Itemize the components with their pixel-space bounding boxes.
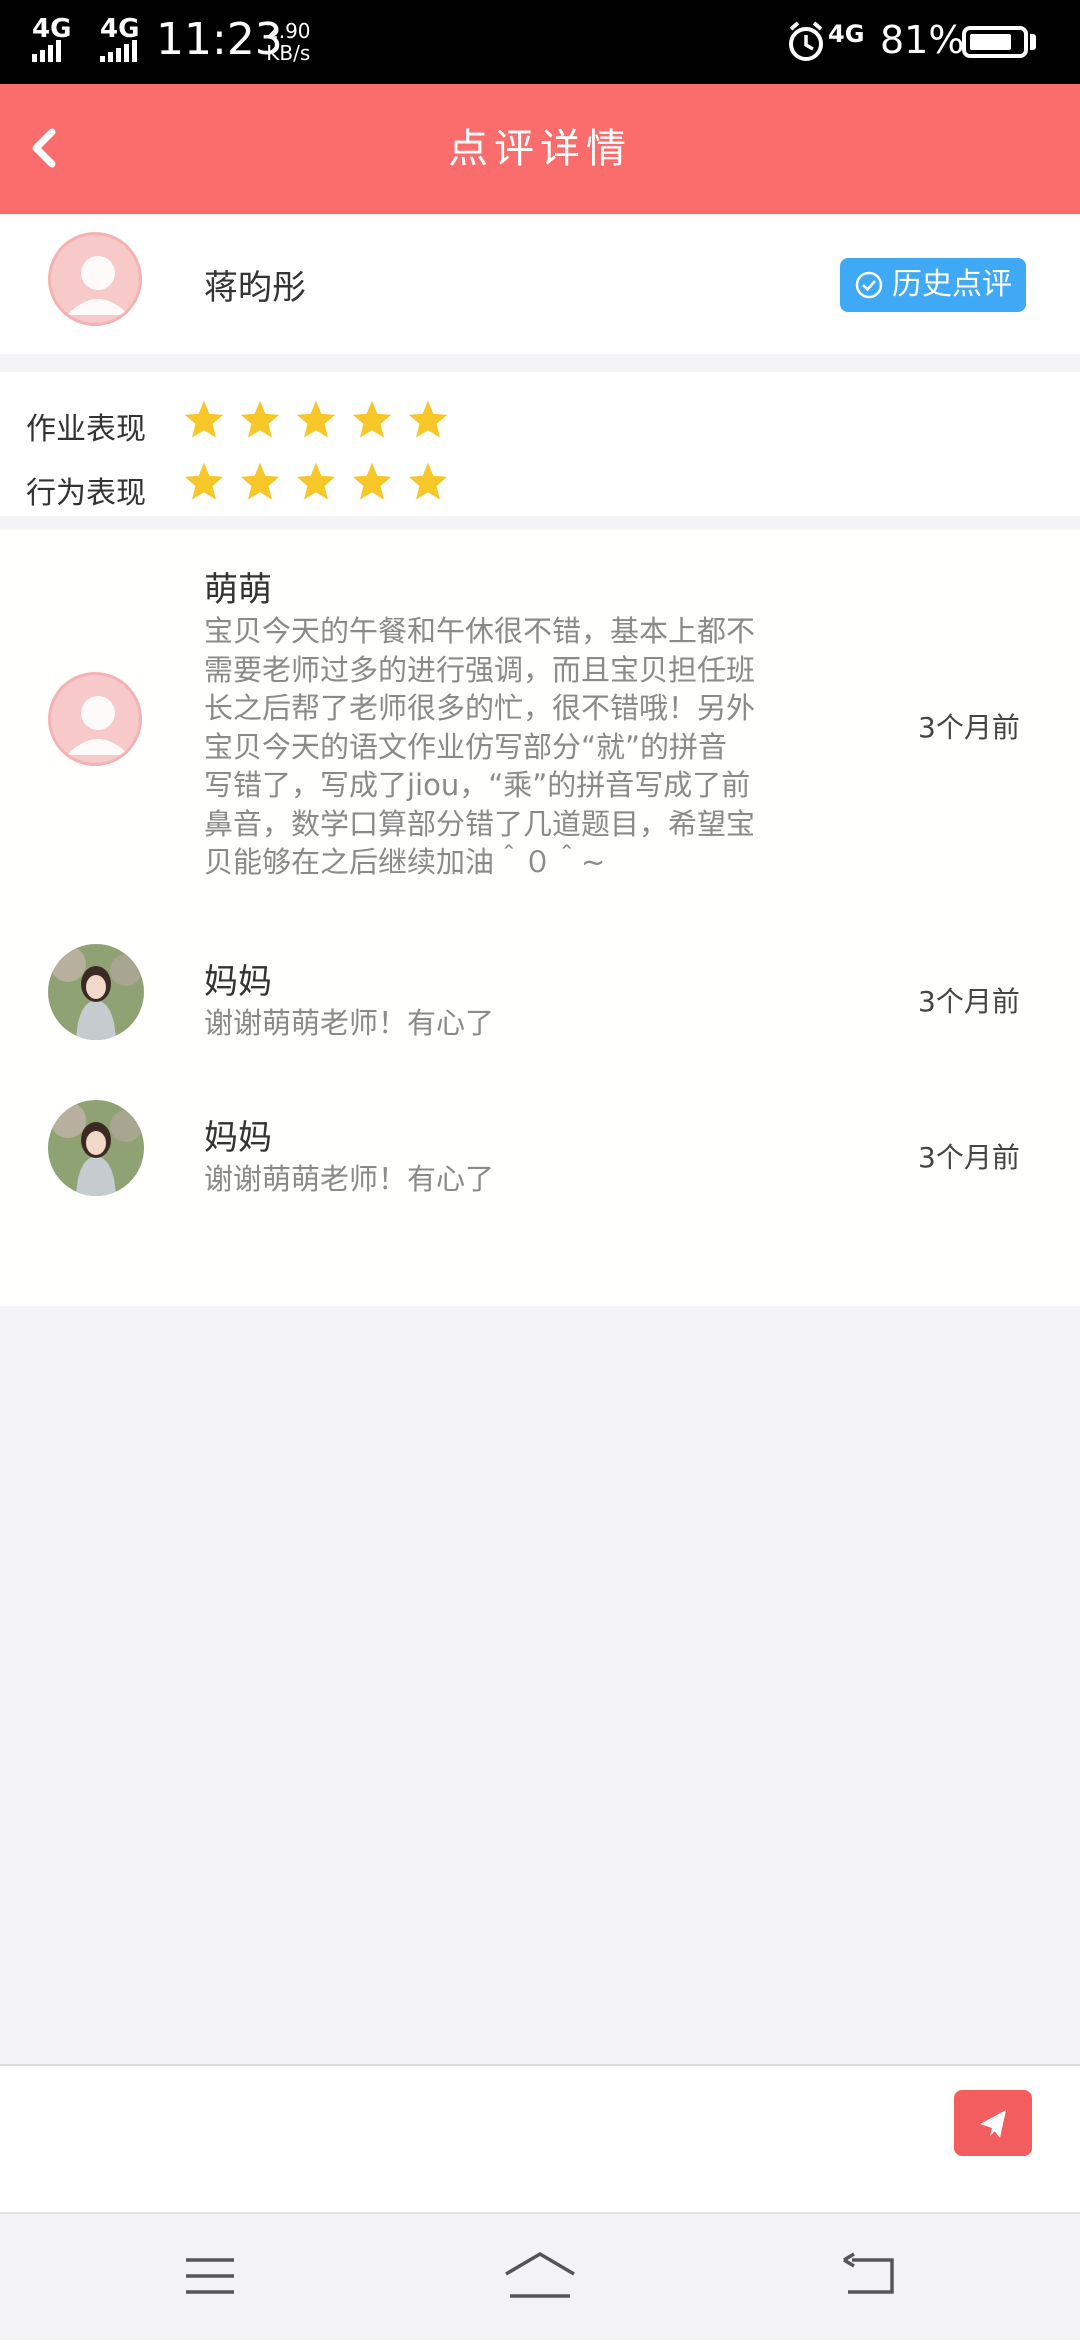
back-button[interactable] — [18, 112, 88, 186]
student-name: 蒋昀彤 — [204, 268, 306, 308]
star-icon — [408, 462, 448, 500]
star-icon — [184, 400, 224, 438]
alarm-icon — [789, 21, 823, 61]
rating-stars-behavior — [182, 460, 462, 506]
menu-icon[interactable] — [180, 2256, 240, 2296]
comment-avatar-teacher — [48, 672, 142, 766]
send-button[interactable] — [954, 2090, 1032, 2156]
signal-1-icon — [32, 40, 61, 62]
comment-time: 3个月前 — [918, 711, 1020, 744]
star-icon — [184, 462, 224, 500]
comment-time: 3个月前 — [918, 985, 1020, 1018]
comment-line: 宝贝今天的午餐和午休很不错，基本上都不 — [204, 614, 756, 648]
history-review-button[interactable]: 历史点评 — [840, 258, 1026, 312]
comment-avatar-parent — [48, 1100, 144, 1196]
star-icon — [240, 400, 280, 438]
signal-2-icon — [100, 40, 137, 62]
status-time: 11:23 — [156, 14, 283, 65]
comment-author: 妈妈 — [204, 962, 272, 1002]
comment-text: 谢谢萌萌老师！有心了 — [204, 1006, 495, 1040]
battery-percent: 81% — [880, 18, 965, 62]
check-circle-icon — [855, 271, 883, 299]
photo-avatar-icon — [48, 1100, 144, 1196]
comment-avatar-parent — [48, 944, 144, 1040]
comment-line: 鼻音，数学口算部分错了几道题目，希望宝 — [204, 806, 756, 841]
rating-stars-homework — [182, 398, 462, 444]
photo-avatar-icon — [48, 944, 144, 1040]
comment-line: 长之后帮了老师很多的忙，很不错哦！另外 — [204, 691, 756, 725]
comment-time: 3个月前 — [918, 1141, 1020, 1174]
comment-line: 宝贝今天的语文作业仿写部分“就”的拼音 — [204, 729, 728, 764]
rating-section — [0, 372, 1080, 516]
network-speed-value: 2.90 — [266, 19, 311, 43]
history-review-label: 历史点评 — [892, 267, 1012, 302]
battery-icon — [962, 26, 1028, 58]
comment-text: 宝贝今天的午餐和午休很不错，基本上都不 需要老师过多的进行强调，而且宝贝担任班 … — [204, 612, 884, 882]
send-icon — [980, 2110, 1006, 2138]
back-icon[interactable] — [840, 2252, 900, 2298]
star-icon — [352, 400, 392, 438]
network-type: 4G — [828, 20, 865, 48]
battery-tip — [1030, 34, 1036, 50]
star-icon — [352, 462, 392, 500]
network-speed-unit: KB/s — [266, 41, 311, 65]
home-icon[interactable] — [502, 2248, 578, 2302]
comment-text: 谢谢萌萌老师！有心了 — [204, 1162, 495, 1196]
chevron-left-icon — [32, 128, 56, 168]
student-avatar — [48, 232, 142, 326]
comment-line: 需要老师过多的进行强调，而且宝贝担任班 — [204, 652, 756, 687]
comment-line: 写错了，写成了jiou，“乘”的拼音写成了前 — [204, 768, 751, 802]
star-icon — [240, 462, 280, 500]
comment-line: 贝能够在之后继续加油＾０＾~ — [204, 845, 606, 879]
star-icon — [296, 400, 336, 438]
network-speed: 2.90 KB/s — [266, 20, 311, 64]
battery-fill — [970, 34, 1011, 50]
rating-label-homework: 作业表现 — [26, 412, 146, 447]
page-title: 点评详情 — [448, 126, 632, 172]
rating-label-behavior: 行为表现 — [26, 476, 146, 511]
comment-author: 萌萌 — [204, 570, 272, 610]
comment-input-bar[interactable] — [0, 2064, 1080, 2212]
comment-author: 妈妈 — [204, 1118, 272, 1158]
star-icon — [296, 462, 336, 500]
star-icon — [408, 400, 448, 438]
